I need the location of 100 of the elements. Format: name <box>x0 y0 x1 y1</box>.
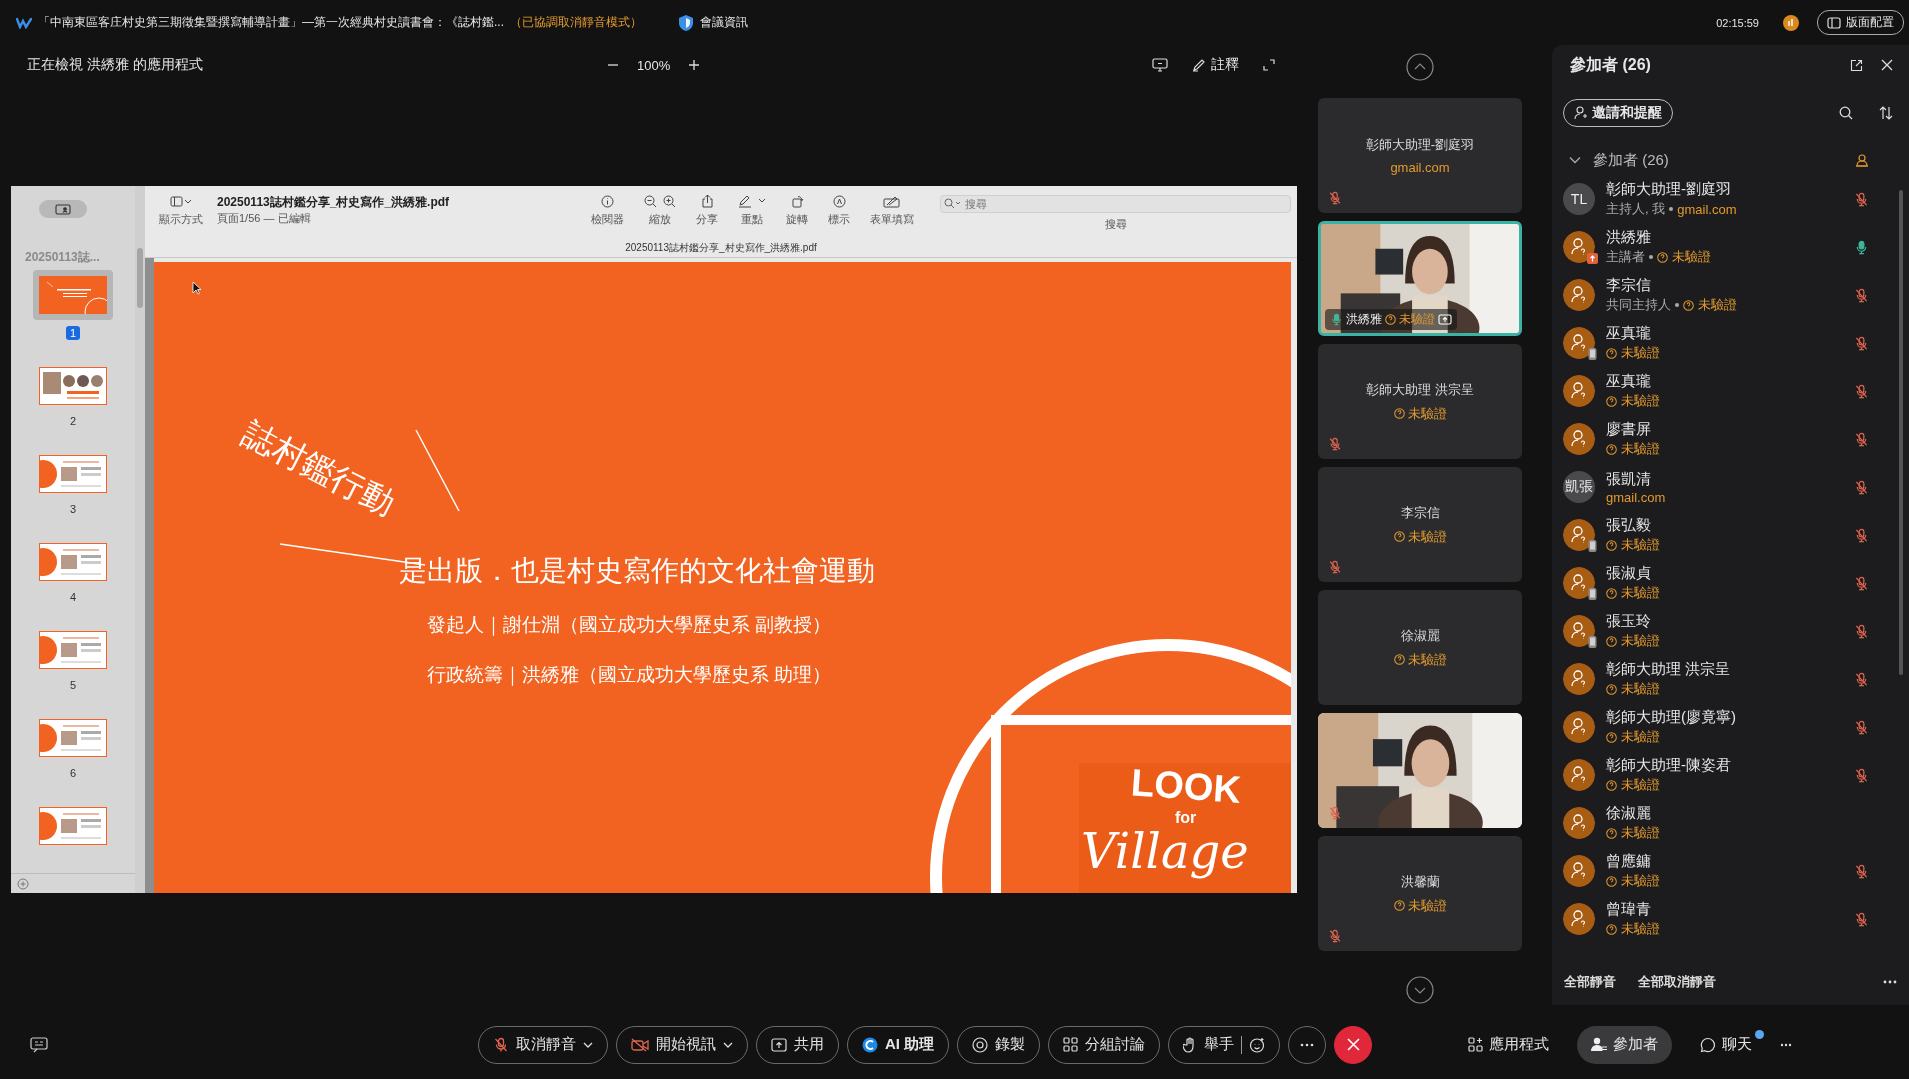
participant-row[interactable]: 巫真瓏 未驗證 <box>1552 319 1909 367</box>
search-icon[interactable] <box>1839 105 1853 120</box>
pen-icon[interactable] <box>738 194 752 208</box>
muted-mic-icon <box>493 1036 509 1053</box>
leave-meeting-button[interactable] <box>1334 1025 1373 1064</box>
layout-button[interactable]: 版面配置 <box>1817 10 1904 35</box>
participant-name: 李宗信 <box>1606 276 1652 295</box>
slide-tag: 誌村鑑行動 <box>234 412 403 527</box>
participant-row[interactable]: 彰師大助理(廖竟寧) 未驗證 <box>1552 703 1909 751</box>
markup-icon[interactable] <box>832 194 846 208</box>
group-header[interactable]: 參加者 (26) <box>1593 150 1669 170</box>
mute-all-button[interactable]: 全部靜音 <box>1564 973 1616 991</box>
form-icon[interactable] <box>883 194 901 208</box>
participant-row[interactable]: 廖書屏 未驗證 <box>1552 415 1909 463</box>
chevron-icon[interactable] <box>1569 156 1581 164</box>
more-icon[interactable] <box>1883 980 1897 984</box>
panel-toggle-button[interactable]: 應用程式 <box>1454 1025 1564 1064</box>
participant-tile[interactable]: 洪馨蘭 未驗證 <box>1318 836 1522 951</box>
participant-row[interactable]: 張淑貞 未驗證 <box>1552 559 1909 607</box>
zoom-in-icon[interactable] <box>663 194 676 208</box>
fullscreen-icon[interactable] <box>1263 59 1275 71</box>
search-field[interactable]: 搜尋 <box>940 195 1291 213</box>
scrollbar[interactable] <box>135 186 145 893</box>
participant-name: 彰師大助理-劉庭羽 <box>1365 136 1475 154</box>
layout-icon <box>1827 16 1841 29</box>
participant-row[interactable]: 巫真瓏 未驗證 <box>1552 367 1909 415</box>
caret-icon[interactable] <box>758 198 766 204</box>
panel-title: 參加者 (26) <box>1570 54 1651 75</box>
verification-status: 未驗證 <box>1621 824 1660 842</box>
share-icon[interactable] <box>700 194 714 208</box>
participant-name: 洪綉雅 <box>1346 311 1382 328</box>
scroll-up-icon[interactable] <box>1406 53 1434 81</box>
participant-name: 巫真瓏 <box>1606 372 1652 391</box>
meeting-info-button[interactable]: 會議資訊 <box>678 13 748 32</box>
participant-tile[interactable]: 徐淑麗 未驗證 <box>1318 590 1522 705</box>
verification-status: 未驗證 <box>1698 296 1737 314</box>
participant-row[interactable]: TL 彰師大助理-劉庭羽 主持人, 我 gmail.com <box>1552 175 1909 223</box>
participant-name: 張弘毅 <box>1606 516 1652 535</box>
scroll-down-icon[interactable] <box>1406 976 1434 1004</box>
info-icon[interactable] <box>601 194 614 208</box>
clock-time: 02:15:59 <box>1716 16 1759 29</box>
screen-icon[interactable] <box>1152 58 1168 72</box>
question-icon <box>1657 251 1668 263</box>
slide-thumbnail[interactable] <box>33 270 113 320</box>
slide-thumbnail[interactable] <box>36 364 110 408</box>
pop-out-icon[interactable] <box>1850 58 1863 72</box>
view-mode-icon[interactable] <box>170 195 192 207</box>
avatar-icon <box>1563 519 1595 551</box>
participant-tile[interactable]: 彰師大助理-劉庭羽 gmail.com <box>1318 98 1522 213</box>
meeting-title: 「中南東區客庄村史第三期徵集暨撰寫輔導計畫」—第一次經典村史讀書會：《誌村鑑... <box>38 14 504 31</box>
unmute-all-button[interactable]: 全部取消靜音 <box>1638 973 1716 991</box>
question-icon <box>1606 443 1617 455</box>
avatar: TL <box>1563 183 1595 215</box>
annotate-button[interactable]: 註釋 <box>1192 56 1239 74</box>
participant-row[interactable]: 曾應鏞 未驗證 <box>1552 847 1909 895</box>
tool-label: 旋轉 <box>786 212 808 227</box>
participant-row[interactable]: 彰師大助理-陳姿君 未驗證 <box>1552 751 1909 799</box>
more-icon[interactable] <box>1780 1042 1793 1047</box>
document-title: 20250113誌村鑑分享_村史寫作_洪綉雅.pdf <box>145 239 1297 258</box>
panel-toggle-button[interactable]: 參加者 <box>1577 1025 1673 1064</box>
participant-role: 主持人, 我 <box>1606 200 1666 218</box>
participant-tile[interactable]: 李宗信 未驗證 <box>1318 467 1522 582</box>
question-icon <box>1393 654 1405 665</box>
page-number: 6 <box>68 766 78 780</box>
close-icon[interactable] <box>1881 59 1893 71</box>
participant-row[interactable]: 李宗信 共同主持人 未驗證 <box>1552 271 1909 319</box>
captions-icon[interactable] <box>30 1036 48 1053</box>
participant-row[interactable]: 張弘毅 未驗證 <box>1552 511 1909 559</box>
participant-row[interactable]: 徐淑麗 未驗證 <box>1552 799 1909 847</box>
camera-off-icon <box>631 1037 649 1052</box>
participant-row[interactable]: 彰師大助理 洪宗呈 未驗證 <box>1552 655 1909 703</box>
question-icon <box>1606 347 1617 359</box>
slide-thumbnail[interactable] <box>36 716 110 760</box>
panel-toggle-button[interactable]: 聊天 <box>1686 1025 1767 1064</box>
participant-tile[interactable]: 彰師大助理 洪宗呈 未驗證 <box>1318 344 1522 459</box>
sidebar-toggle-button[interactable] <box>39 200 87 218</box>
slide-thumbnail[interactable] <box>36 628 110 672</box>
sort-icon[interactable] <box>1879 105 1893 120</box>
participant-row[interactable]: 曾瑋青 未驗證 <box>1552 895 1909 943</box>
rotate-icon[interactable] <box>790 194 804 208</box>
participant-name: 彰師大助理-陳姿君 <box>1606 756 1731 775</box>
participant-email: gmail.com <box>1677 201 1737 217</box>
slide-thumbnail[interactable] <box>36 804 110 848</box>
slide-thumbnail[interactable] <box>36 452 110 496</box>
zoom-in-icon[interactable] <box>688 59 701 71</box>
participant-name: 徐淑麗 <box>1400 626 1440 645</box>
search-label: 搜尋 <box>1104 217 1127 232</box>
zoom-out-icon[interactable] <box>644 194 657 208</box>
participant-role: 主講者 <box>1606 248 1645 266</box>
page-number: 4 <box>68 590 78 604</box>
status-icon <box>1783 14 1799 31</box>
shield-icon <box>678 13 694 32</box>
avatar-icon <box>1563 615 1595 647</box>
slide-thumbnail[interactable] <box>36 540 110 584</box>
participant-row[interactable]: 洪綉雅 主講者 未驗證 <box>1552 223 1909 271</box>
avatar-icon <box>1563 759 1595 791</box>
avatar-icon <box>1563 279 1595 311</box>
participant-row[interactable]: 張玉玲 未驗證 <box>1552 607 1909 655</box>
host-icon <box>1855 153 1869 167</box>
scrollbar[interactable] <box>145 258 154 893</box>
